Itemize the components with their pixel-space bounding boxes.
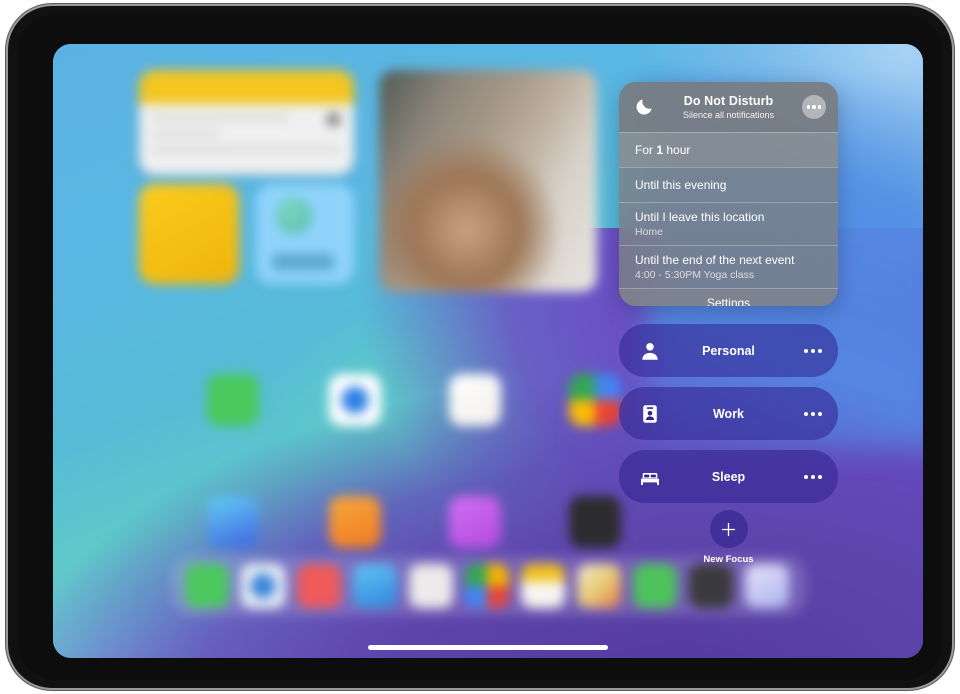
- dnd-option-label: Until this evening: [635, 178, 727, 192]
- person-icon: [642, 342, 658, 360]
- dnd-option-until-i-leave-this-location[interactable]: Until I leave this location Home: [619, 202, 838, 245]
- id-badge-icon: [643, 404, 657, 423]
- app-icon-2[interactable]: [329, 374, 381, 426]
- blue-widget-label: [272, 254, 334, 270]
- dock-icon-5[interactable]: [409, 564, 453, 608]
- ellipsis-icon[interactable]: [802, 95, 826, 119]
- new-focus-label: New Focus: [703, 554, 754, 565]
- ellipsis-icon[interactable]: [804, 411, 822, 416]
- dock-icon-10[interactable]: [689, 564, 733, 608]
- dock: [171, 556, 807, 616]
- dock-icon-9[interactable]: [633, 564, 677, 608]
- new-focus-button[interactable]: [709, 510, 748, 548]
- dnd-option-for-1-hour[interactable]: For 1 hour: [619, 132, 838, 167]
- photos-widget[interactable]: [379, 70, 597, 292]
- dnd-option-subtitle: 4:00 - 5:30PM Yoga class: [635, 269, 755, 281]
- app-icon-4[interactable]: [569, 374, 621, 426]
- dnd-subtitle: Silence all notifications: [682, 109, 775, 120]
- focus-mode-sleep[interactable]: Sleep: [619, 450, 838, 503]
- focus-mode-work[interactable]: Work: [619, 387, 838, 440]
- app-icon-8[interactable]: [569, 496, 621, 548]
- notes-widget-line: [151, 115, 289, 120]
- plus-icon: [721, 522, 736, 536]
- crescent-moon-icon: [636, 99, 652, 115]
- home-indicator[interactable]: [368, 645, 608, 650]
- dnd-option-until-this-evening[interactable]: Until this evening: [619, 167, 838, 202]
- notes-widget-line: [151, 147, 342, 152]
- app-icon-5[interactable]: [207, 496, 259, 548]
- yellow-widget[interactable]: [139, 184, 239, 284]
- dnd-option-label: Until I leave this location: [635, 210, 765, 224]
- notes-widget-header: [139, 70, 354, 104]
- notes-widget-line: [151, 131, 220, 136]
- blue-widget-avatar: [276, 198, 312, 234]
- dock-icon-2[interactable]: [241, 564, 285, 608]
- screen: Do Not Disturb Silence all notifications…: [53, 44, 923, 658]
- dnd-option-label: Until the end of the next event: [635, 253, 795, 267]
- new-focus-group: New Focus: [619, 510, 838, 565]
- do-not-disturb-panel: Do Not Disturb Silence all notifications…: [619, 82, 838, 306]
- app-icon-7[interactable]: [449, 496, 501, 548]
- notes-widget[interactable]: [139, 70, 354, 175]
- app-icon-3[interactable]: [449, 374, 501, 426]
- dnd-settings-button[interactable]: Settings: [619, 288, 838, 306]
- dock-icon-1[interactable]: [185, 564, 229, 608]
- ellipsis-icon[interactable]: [804, 474, 822, 479]
- dnd-option-until-end-of-next-event[interactable]: Until the end of the next event 4:00 - 5…: [619, 245, 838, 288]
- dock-icon-11[interactable]: [745, 564, 789, 608]
- app-icon-1[interactable]: [207, 374, 259, 426]
- bed-icon: [641, 472, 659, 485]
- dock-icon-6[interactable]: [465, 564, 509, 608]
- focus-mode-personal[interactable]: Personal: [619, 324, 838, 377]
- dock-icon-3[interactable]: [297, 564, 341, 608]
- app-icon-6[interactable]: [329, 496, 381, 548]
- dnd-option-label: For 1 hour: [635, 142, 838, 158]
- dnd-title: Do Not Disturb: [683, 93, 774, 108]
- notes-widget-avatar: [327, 113, 340, 126]
- blue-widget[interactable]: [256, 184, 354, 284]
- dnd-option-suffix: hour: [663, 143, 691, 157]
- ellipsis-icon[interactable]: [804, 348, 822, 353]
- dock-icon-7[interactable]: [521, 564, 565, 608]
- device-frame: Do Not Disturb Silence all notifications…: [8, 6, 952, 688]
- dnd-panel-header[interactable]: Do Not Disturb Silence all notifications: [619, 82, 838, 132]
- dock-icon-4[interactable]: [353, 564, 397, 608]
- dnd-option-prefix: For: [635, 143, 657, 157]
- dnd-option-subtitle: Home: [635, 226, 664, 238]
- dock-icon-8[interactable]: [577, 564, 621, 608]
